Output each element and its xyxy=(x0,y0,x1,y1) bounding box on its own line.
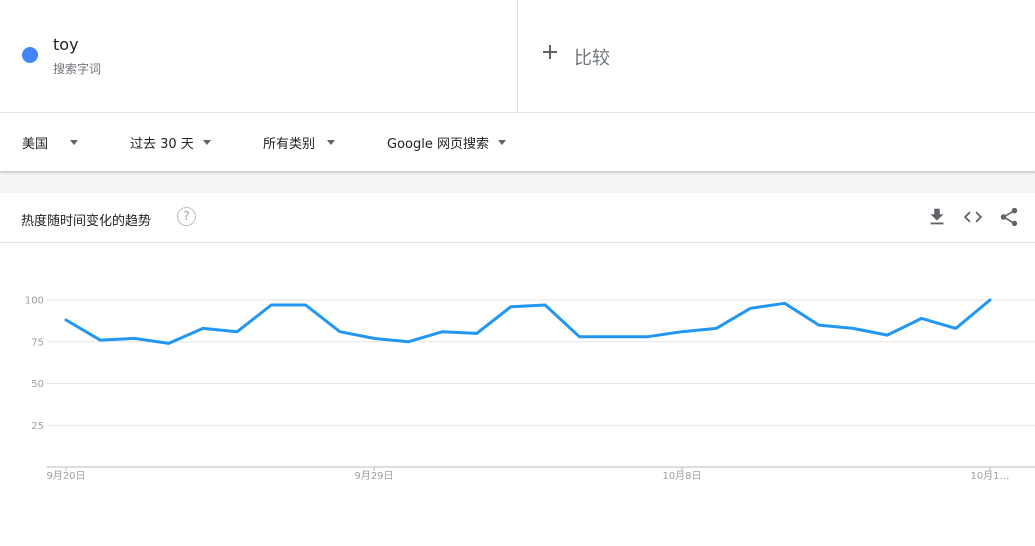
category-label: 所有类别 xyxy=(263,136,316,152)
term-name: toy xyxy=(53,35,79,54)
region-label: 美国 xyxy=(22,136,49,152)
chevron-down-icon xyxy=(70,139,79,145)
term-subtitle: 搜索字词 xyxy=(53,62,102,76)
term-color-dot xyxy=(22,47,38,63)
section-divider xyxy=(0,171,1035,193)
interest-over-time-chart: 25 50 75 100 9月20日 9月29日 10月8日 10月1… xyxy=(0,244,1035,546)
x-tick-label: 10月1… xyxy=(970,470,1009,482)
x-tick-label: 9月20日 xyxy=(46,470,85,482)
chart-card-title: 热度随时间变化的趋势 xyxy=(21,214,152,229)
filter-bar: 美国 过去 30 天 所有类别 Google 网页搜索 xyxy=(0,113,1035,171)
chart-card-header: 热度随时间变化的趋势 ? xyxy=(0,193,1035,243)
y-tick-label: 75 xyxy=(31,337,44,348)
search-property-label: Google 网页搜索 xyxy=(387,136,489,152)
time-range-label: 过去 30 天 xyxy=(130,136,194,152)
chevron-down-icon xyxy=(202,139,211,145)
chart-svg: 25 50 75 100 9月20日 9月29日 10月8日 10月1… xyxy=(25,296,1035,482)
region-dropdown[interactable]: 美国 xyxy=(22,113,79,171)
help-icon[interactable]: ? xyxy=(177,207,196,226)
series-line-toy xyxy=(64,298,992,345)
search-property-dropdown[interactable]: Google 网页搜索 xyxy=(387,113,506,171)
x-tick-label: 10月8日 xyxy=(662,470,701,482)
embed-code-icon[interactable] xyxy=(962,206,984,228)
y-tick-label: 100 xyxy=(25,296,44,307)
x-tick-label: 9月29日 xyxy=(354,470,393,482)
y-tick-label: 50 xyxy=(31,379,44,390)
plus-icon[interactable] xyxy=(540,42,560,62)
chevron-down-icon xyxy=(497,139,506,145)
time-range-dropdown[interactable]: 过去 30 天 xyxy=(130,113,211,171)
share-icon[interactable] xyxy=(998,206,1020,228)
search-term-card[interactable]: toy 搜索字词 xyxy=(0,0,518,112)
compare-label[interactable]: 比较 xyxy=(574,44,610,70)
y-tick-label: 25 xyxy=(31,421,44,432)
download-icon[interactable] xyxy=(926,206,948,228)
chevron-down-icon xyxy=(327,139,336,145)
search-terms-bar: toy 搜索字词 比较 xyxy=(0,0,1035,113)
category-dropdown[interactable]: 所有类别 xyxy=(263,113,336,171)
